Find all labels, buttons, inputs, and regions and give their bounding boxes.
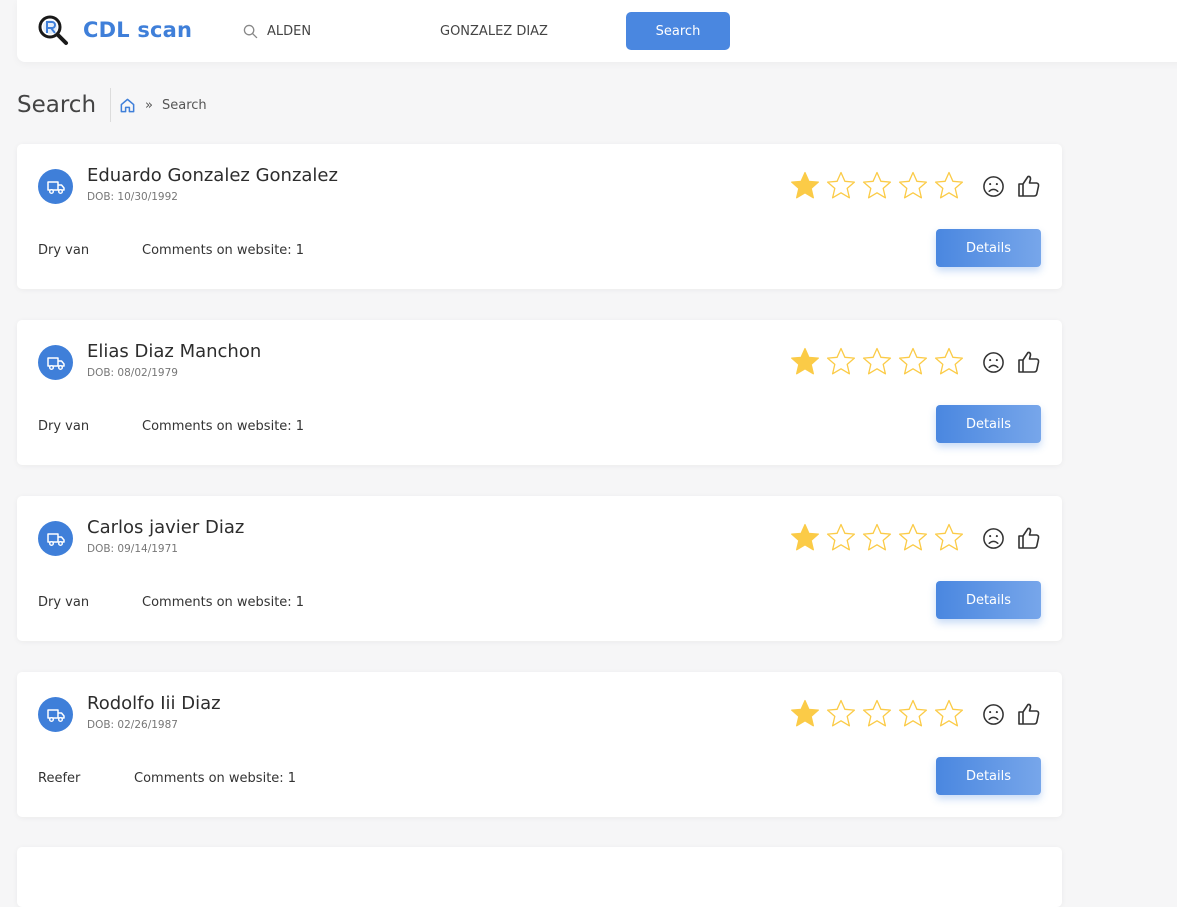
star-icon[interactable] — [897, 346, 929, 378]
trailer-type: Dry van — [38, 419, 90, 434]
trailer-type: Dry van — [38, 595, 90, 610]
driver-name[interactable]: Rodolfo Iii Diaz — [87, 693, 221, 714]
breadcrumb-separator: » — [145, 97, 153, 113]
last-name-field — [440, 20, 590, 42]
details-button[interactable]: Details — [936, 581, 1041, 619]
star-icon[interactable] — [861, 698, 893, 730]
truck-icon — [46, 356, 65, 370]
top-bar: CDL scan Search — [17, 0, 1177, 62]
breadcrumb-current: Search — [162, 97, 207, 113]
first-name-field — [243, 20, 417, 42]
frown-icon[interactable] — [982, 351, 1005, 374]
frown-icon[interactable] — [982, 527, 1005, 550]
truck-icon — [46, 180, 65, 194]
star-icon[interactable] — [789, 522, 821, 554]
header-divider — [110, 88, 112, 122]
star-icon[interactable] — [933, 346, 965, 378]
star-icon[interactable] — [933, 170, 965, 202]
page-title: Search — [17, 92, 97, 118]
star-icon[interactable] — [825, 698, 857, 730]
comments-count: Comments on website: 1 — [134, 771, 297, 786]
thumbs-up-icon[interactable] — [1016, 525, 1042, 551]
star-icon[interactable] — [825, 522, 857, 554]
truck-icon — [46, 708, 65, 722]
result-card-partial — [17, 847, 1062, 907]
first-name-input[interactable] — [267, 23, 417, 39]
star-icon[interactable] — [861, 522, 893, 554]
truck-avatar — [38, 697, 73, 732]
magnifier-logo-icon — [38, 15, 68, 45]
details-button[interactable]: Details — [936, 405, 1041, 443]
page-header: Search » Search — [17, 88, 207, 122]
frown-icon[interactable] — [982, 703, 1005, 726]
thumbs-up-icon[interactable] — [1016, 349, 1042, 375]
logo[interactable]: CDL scan — [37, 14, 192, 46]
driver-name[interactable]: Elias Diaz Manchon — [87, 341, 261, 362]
comments-count: Comments on website: 1 — [142, 243, 305, 258]
rating-stars[interactable] — [789, 522, 969, 554]
comments-count: Comments on website: 1 — [142, 419, 305, 434]
star-icon[interactable] — [789, 170, 821, 202]
truck-avatar — [38, 345, 73, 380]
driver-name[interactable]: Eduardo Gonzalez Gonzalez — [87, 165, 338, 186]
star-icon[interactable] — [861, 170, 893, 202]
rating-stars[interactable] — [789, 346, 969, 378]
star-icon[interactable] — [933, 698, 965, 730]
star-icon[interactable] — [897, 522, 929, 554]
driver-dob: DOB: 08/02/1979 — [87, 367, 178, 379]
search-icon — [243, 24, 258, 38]
details-button[interactable]: Details — [936, 757, 1041, 795]
driver-dob: DOB: 09/14/1971 — [87, 543, 178, 555]
last-name-input[interactable] — [440, 23, 590, 39]
driver-dob: DOB: 02/26/1987 — [87, 719, 178, 731]
thumbs-up-icon[interactable] — [1016, 173, 1042, 199]
result-card: Elias Diaz Manchon DOB: 08/02/1979 Dry van… — [17, 320, 1062, 465]
result-card: Carlos javier Diaz DOB: 09/14/1971 Dry van… — [17, 496, 1062, 641]
home-link[interactable] — [119, 97, 136, 114]
truck-avatar — [38, 521, 73, 556]
star-icon[interactable] — [789, 346, 821, 378]
rating-stars[interactable] — [789, 698, 969, 730]
star-icon[interactable] — [933, 522, 965, 554]
star-icon[interactable] — [897, 170, 929, 202]
frown-icon[interactable] — [982, 175, 1005, 198]
result-card: Eduardo Gonzalez Gonzalez DOB: 10/30/1992… — [17, 144, 1062, 289]
thumbs-up-icon[interactable] — [1016, 701, 1042, 727]
truck-icon — [46, 532, 65, 546]
driver-name[interactable]: Carlos javier Diaz — [87, 517, 244, 538]
star-icon[interactable] — [897, 698, 929, 730]
trailer-type: Reefer — [38, 771, 81, 786]
search-button[interactable]: Search — [626, 12, 730, 50]
driver-dob: DOB: 10/30/1992 — [87, 191, 178, 203]
app-name: CDL scan — [83, 18, 193, 42]
comments-count: Comments on website: 1 — [142, 595, 305, 610]
star-icon[interactable] — [825, 170, 857, 202]
details-button[interactable]: Details — [936, 229, 1041, 267]
trailer-type: Dry van — [38, 243, 90, 258]
star-icon[interactable] — [861, 346, 893, 378]
home-icon — [120, 98, 135, 112]
star-icon[interactable] — [789, 698, 821, 730]
star-icon[interactable] — [825, 346, 857, 378]
truck-avatar — [38, 169, 73, 204]
result-card: Rodolfo Iii Diaz DOB: 02/26/1987 Reefer Com… — [17, 672, 1062, 817]
rating-stars[interactable] — [789, 170, 969, 202]
